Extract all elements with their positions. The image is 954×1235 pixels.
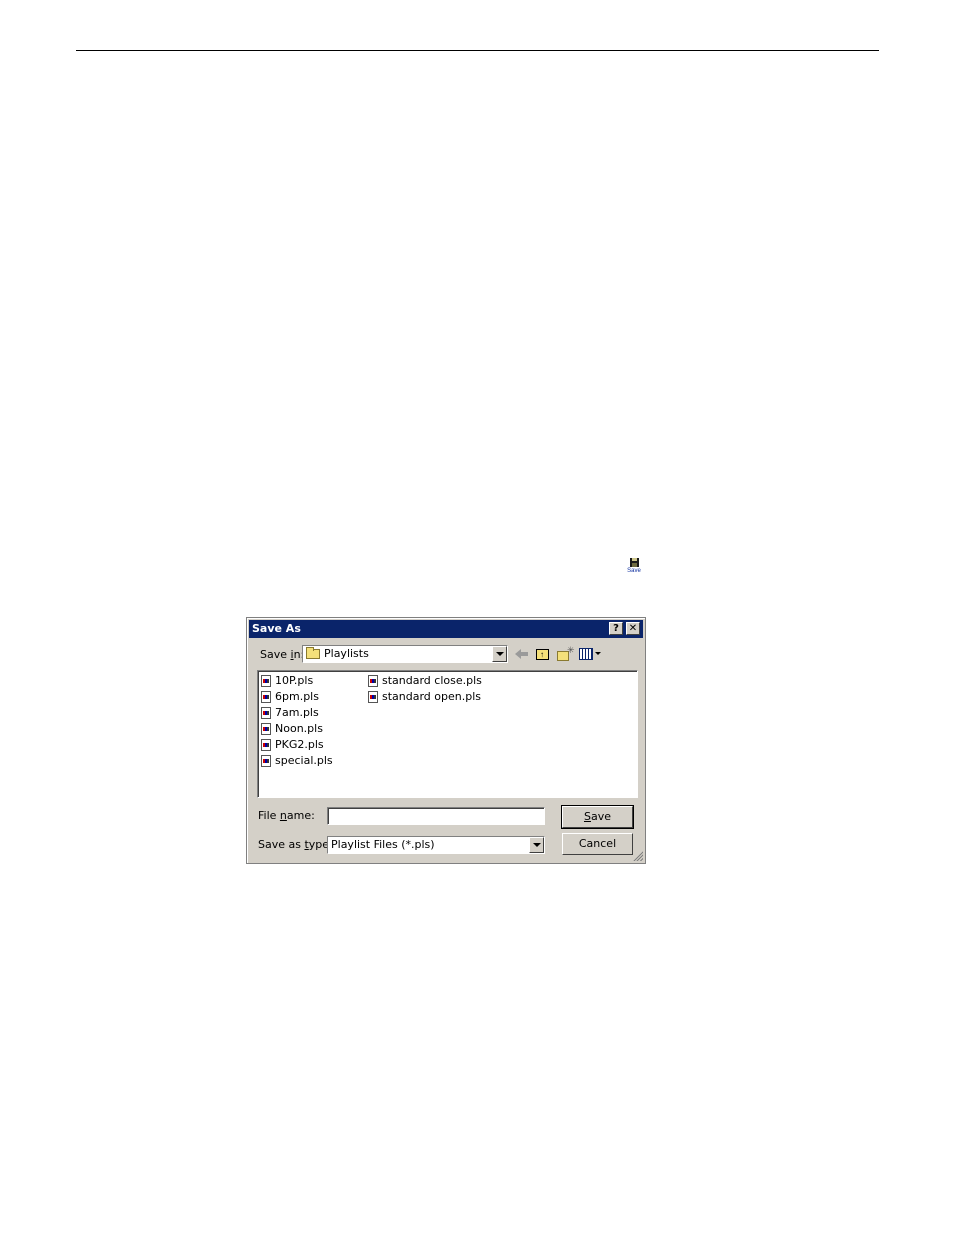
file-list[interactable]: 10P.pls 6pm.pls 7am.pls Noon.pls PKG2.pl… [257, 670, 638, 798]
save-toolbar-label: Save [627, 568, 641, 574]
file-name-label: File name: [258, 809, 315, 822]
views-menu-icon[interactable] [579, 647, 601, 661]
save-as-dialog: Save As ? ✕ Save in: Playlists ↑ ✳ 10P.p… [246, 617, 646, 864]
save-in-dropdown[interactable]: Playlists [302, 645, 508, 663]
file-name: PKG2.pls [275, 738, 324, 751]
up-one-level-icon[interactable]: ↑ [535, 647, 551, 661]
chevron-down-icon[interactable] [529, 837, 544, 853]
file-name: standard open.pls [382, 690, 482, 703]
file-name: 10P.pls [275, 674, 314, 687]
save-toolbar-button[interactable]: Save [624, 558, 644, 575]
save-as-type-value: Playlist Files (*.pls) [331, 838, 435, 851]
back-icon[interactable] [515, 647, 531, 661]
chevron-down-icon[interactable] [492, 646, 507, 662]
save-in-label-text: Save [260, 648, 291, 661]
playlist-file-icon [261, 691, 271, 703]
save-as-type-dropdown[interactable]: Playlist Files (*.pls) [327, 836, 545, 854]
page-header-rule [76, 50, 879, 51]
playlist-file-icon [261, 755, 271, 767]
save-as-type-label: Save as type: [258, 838, 333, 851]
playlist-file-icon [261, 723, 271, 735]
playlist-file-icon [261, 707, 271, 719]
file-name-label-text: File [258, 809, 280, 822]
file-name: 7am.pls [275, 706, 319, 719]
playlist-file-icon [368, 691, 378, 703]
dialog-titlebar: Save As ? ✕ [249, 620, 643, 638]
dialog-title: Save As [252, 622, 301, 635]
floppy-disk-icon [629, 558, 639, 567]
playlist-file-icon [261, 739, 271, 751]
file-name-label-accel: n [279, 809, 287, 822]
file-name-input[interactable] [327, 807, 545, 825]
file-name: 6pm.pls [275, 690, 319, 703]
save-in-label: Save in: [260, 648, 304, 661]
save-button-label: ave [590, 810, 611, 823]
save-button[interactable]: Save [561, 805, 634, 829]
file-name: Noon.pls [275, 722, 323, 735]
folder-icon [306, 647, 320, 659]
resize-grip-icon[interactable] [632, 850, 643, 861]
cancel-button[interactable]: Cancel [562, 833, 633, 855]
playlist-file-icon [368, 675, 378, 687]
playlist-file-icon [261, 675, 271, 687]
file-name-label-suffix: ame: [286, 809, 315, 822]
close-button[interactable]: ✕ [626, 622, 640, 635]
new-folder-icon[interactable]: ✳ [557, 645, 575, 661]
file-name: special.pls [275, 754, 333, 767]
file-name: standard close.pls [382, 674, 482, 687]
save-button-accel: S [583, 810, 591, 823]
save-in-value: Playlists [324, 647, 369, 660]
help-button[interactable]: ? [609, 622, 623, 635]
save-as-type-label-text: Save as [258, 838, 305, 851]
